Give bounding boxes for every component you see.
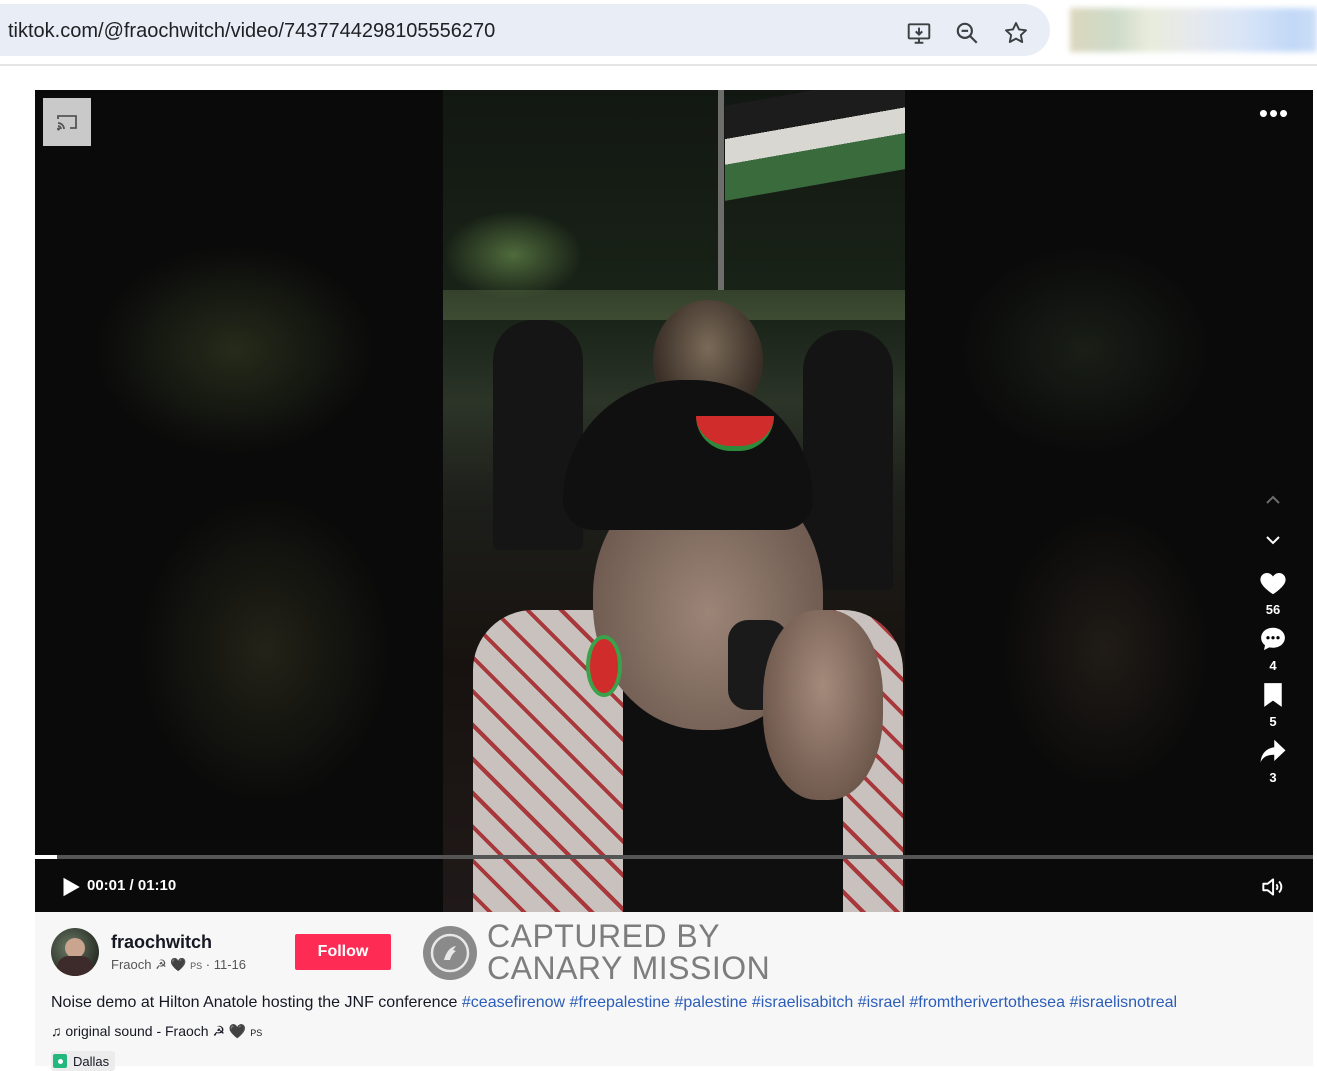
video-frame[interactable] [443,90,905,912]
username[interactable]: fraochwitch [111,932,212,953]
comment-count: 4 [1269,658,1277,673]
playback-time: 00:01 / 01:10 [87,877,177,894]
follow-button[interactable]: Follow [295,934,391,970]
share-count: 3 [1269,770,1277,785]
chevron-down-icon[interactable] [1261,528,1285,552]
zoom-icon[interactable] [954,20,980,46]
display-name: Fraoch ☭ 🖤 [111,957,187,972]
sound-suffix: PS [250,1028,263,1038]
hashtag-link[interactable]: #israel [858,994,905,1011]
save-count: 5 [1269,714,1277,729]
comment-icon [1261,627,1285,651]
blurred-extensions [1070,8,1317,52]
location-tag[interactable]: Dallas [51,1051,116,1071]
hashtag-link[interactable]: #fromtherivertothesea [909,994,1065,1011]
watermark-text: CAPTURED BY CANARY MISSION [487,920,770,984]
watermelon-earring [586,635,622,697]
like-action[interactable]: 56 [1258,568,1288,618]
avatar[interactable] [51,928,99,976]
address-bar[interactable]: tiktok.com/@fraochwitch/video/7437744298… [0,4,1050,56]
hand [763,610,883,800]
play-icon[interactable] [57,874,83,900]
install-app-icon[interactable] [906,20,932,46]
hashtag-link[interactable]: #freepalestine [570,994,671,1011]
bookmark-star-icon[interactable] [1003,20,1029,46]
bystander-right [803,330,893,590]
music-note-icon: ♫ [51,1023,62,1039]
share-icon [1260,739,1286,763]
description-text: Noise demo at Hilton Anatole hosting the… [51,994,458,1011]
hashtag-link[interactable]: #israelisabitch [752,994,853,1011]
post-date: 11-16 [213,957,247,972]
progress-bar-fill [35,855,57,859]
share-action[interactable]: 3 [1258,736,1288,786]
url-text[interactable]: tiktok.com/@fraochwitch/video/7437744298… [8,20,495,43]
watermark-line-2: CANARY MISSION [487,950,771,986]
comment-action[interactable]: 4 [1258,624,1288,674]
bookmark-icon [1264,683,1282,707]
date-separator: · [202,957,214,972]
toolbar-divider [0,64,1317,66]
sound-link[interactable]: ♫ original sound - Fraoch ☭ 🖤 PS [51,1023,262,1040]
hashtag-link[interactable]: #israelisnotreal [1069,994,1177,1011]
canary-logo [423,926,477,980]
chevron-up-icon[interactable] [1261,488,1285,512]
watermark-line-1: CAPTURED BY [487,918,721,954]
post-description: Noise demo at Hilton Anatole hosting the… [51,994,1177,1012]
volume-icon[interactable] [1259,874,1285,900]
like-count: 56 [1265,602,1281,617]
save-action[interactable]: 5 [1258,680,1288,730]
progress-bar[interactable] [35,855,1313,859]
more-options-icon[interactable]: ••• [1257,100,1291,128]
hashtag-link[interactable]: #ceasefirenow [462,994,565,1011]
author-subline: Fraoch ☭ 🖤 PS · 11-16 [111,957,246,973]
cast-icon [57,115,77,131]
black-beanie [563,380,813,530]
video-player[interactable]: ••• 56 4 5 3 00:01 / 01:10 [35,90,1313,912]
heart-icon [1260,573,1286,595]
tree [443,210,583,300]
bird-icon [430,933,470,973]
sound-title: original sound - Fraoch ☭ 🖤 [65,1023,247,1039]
display-name-suffix: PS [190,961,203,971]
cast-button[interactable] [43,98,91,146]
location-name: Dallas [73,1053,110,1069]
flag-pole [718,90,724,300]
hashtag-link[interactable]: #palestine [675,994,748,1011]
post-info: fraochwitch Fraoch ☭ 🖤 PS · 11-16 Follow… [35,912,1313,1071]
side-actions: 56 4 5 3 [1251,488,1295,792]
flag [725,90,905,201]
